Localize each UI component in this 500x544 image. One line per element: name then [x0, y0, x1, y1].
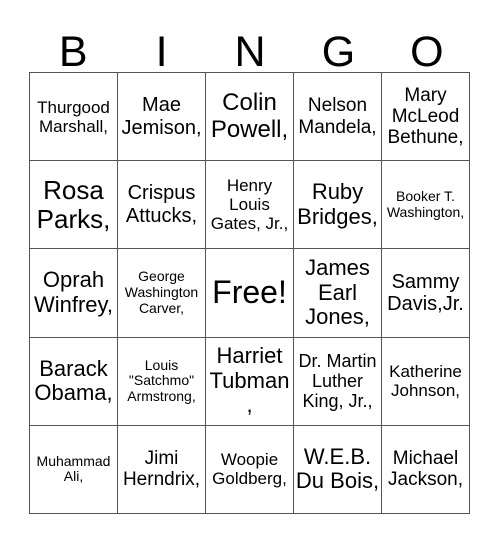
card-cell[interactable]: James Earl Jones,	[293, 248, 382, 338]
card-cell[interactable]: Rosa Parks,	[29, 160, 118, 250]
card-cell[interactable]: Ruby Bridges,	[293, 160, 382, 250]
card-row: Oprah Winfrey, George Washington Carver,…	[29, 248, 470, 338]
card-cell[interactable]: Booker T. Washington,	[381, 160, 470, 250]
card-cell[interactable]: George Washington Carver,	[117, 248, 206, 338]
card-cell[interactable]: Crispus Attucks,	[117, 160, 206, 250]
card-cell[interactable]: Katherine Johnson,	[381, 336, 470, 426]
card-cell[interactable]: Sammy Davis,Jr.	[381, 248, 470, 338]
header-letter-g: G	[321, 28, 356, 76]
card-cell[interactable]: Nelson Mandela,	[293, 71, 382, 162]
header-letter-n: N	[234, 28, 266, 76]
card-cell[interactable]: Oprah Winfrey,	[29, 248, 118, 338]
free-space-cell[interactable]: Free!	[205, 248, 294, 338]
bingo-header: B I N G O	[29, 22, 471, 76]
card-cell[interactable]: Mae Jemison,	[117, 71, 206, 162]
card-row: Muhammad Ali, Jimi Herndrix, Woopie Gold…	[29, 424, 470, 515]
card-cell[interactable]: Thurgood Marshall,	[29, 71, 118, 162]
header-letter-o: O	[410, 28, 444, 76]
card-cell[interactable]: W.E.B. Du Bois,	[293, 424, 382, 515]
card-cell[interactable]: Dr. Martin Luther King, Jr.,	[293, 336, 382, 426]
card-row: Barack Obama, Louis "Satchmo" Armstrong,…	[29, 336, 470, 426]
header-letter-i: I	[155, 28, 168, 76]
bingo-card-grid: Thurgood Marshall, Mae Jemison, Colin Po…	[29, 71, 470, 515]
card-cell[interactable]: Henry Louis Gates, Jr.,	[205, 160, 294, 250]
header-letter-b: B	[58, 28, 88, 76]
card-row: Thurgood Marshall, Mae Jemison, Colin Po…	[29, 71, 470, 162]
card-cell[interactable]: Louis "Satchmo" Armstrong,	[117, 336, 206, 426]
card-cell[interactable]: Mary McLeod Bethune,	[381, 71, 470, 162]
card-cell[interactable]: Harriet Tubman,	[205, 336, 294, 426]
card-cell[interactable]: Michael Jackson,	[381, 424, 470, 515]
card-cell[interactable]: Barack Obama,	[29, 336, 118, 426]
card-cell[interactable]: Colin Powell,	[205, 71, 294, 162]
card-cell[interactable]: Woopie Goldberg,	[205, 424, 294, 515]
card-cell[interactable]: Muhammad Ali,	[29, 424, 118, 515]
card-row: Rosa Parks, Crispus Attucks, Henry Louis…	[29, 160, 470, 250]
card-cell[interactable]: Jimi Herndrix,	[117, 424, 206, 515]
